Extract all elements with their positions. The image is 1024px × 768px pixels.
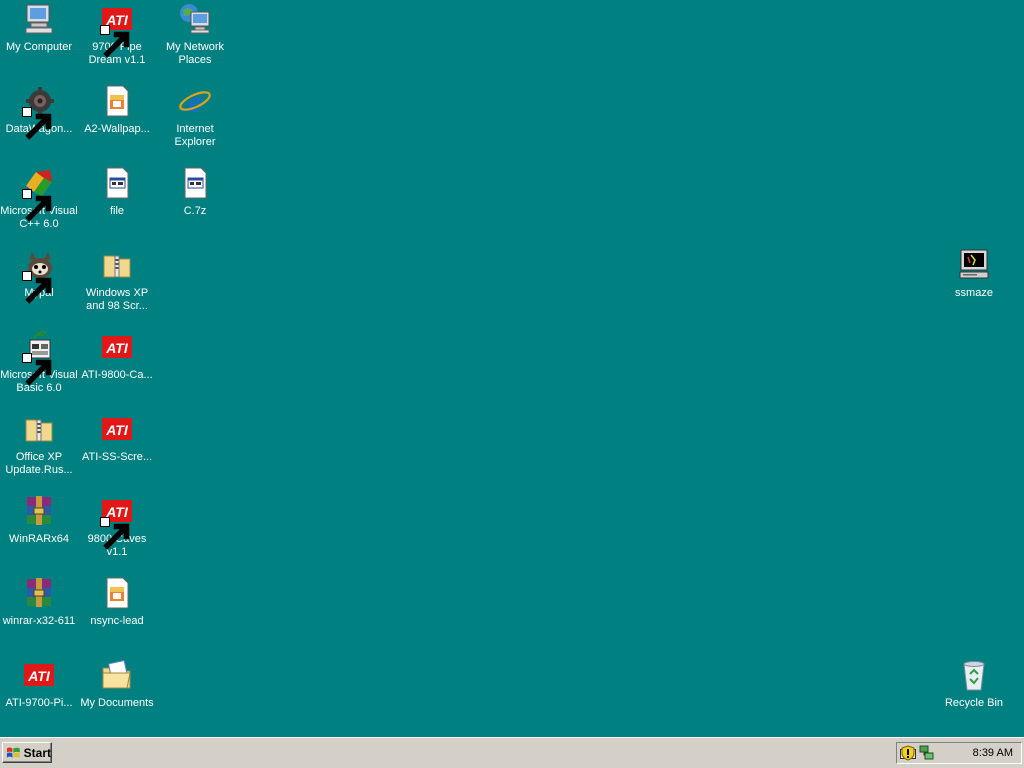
shortcut-arrow-icon [22, 107, 52, 140]
icon-label: ATI-9700-Pi... [5, 697, 73, 709]
start-button[interactable]: Start [2, 742, 52, 763]
screensaver-icon [957, 248, 991, 282]
shortcut-arrow-icon [100, 25, 130, 58]
generic-file-icon [100, 166, 134, 200]
shortcut-arrow-icon [22, 189, 52, 222]
svg-text:ATI: ATI [105, 340, 129, 356]
desktop-icon-c7z[interactable]: C.7z [156, 166, 234, 242]
image-file-icon [100, 576, 134, 610]
desktop-icon-winrarx64[interactable]: WinRARx64 [0, 494, 78, 570]
svg-text:e: e [188, 84, 202, 118]
icon-label: file [109, 205, 125, 217]
network-icon[interactable] [919, 745, 935, 761]
clock[interactable]: 8:39 AM [973, 747, 1013, 759]
icon-label: WinRARx64 [9, 533, 69, 545]
icon-label: C.7z [183, 205, 207, 217]
desktop-icon-visual-cpp[interactable]: Microsoft Visual C++ 6.0 [0, 166, 78, 242]
network-places-icon [178, 2, 212, 36]
icon-label: ATI-SS-Scre... [81, 451, 153, 463]
icon-label: My Network Places [165, 41, 225, 66]
desktop-icon-my-network-places[interactable]: My Network Places [156, 2, 234, 78]
icon-label: ssmaze [955, 287, 993, 299]
icon-label: Recycle Bin [944, 697, 1004, 709]
desktop-icon-internet-explorer[interactable]: e Internet Explorer [156, 84, 234, 160]
ati-logo-icon: ATI [100, 330, 134, 364]
mypal-icon [22, 248, 56, 304]
desktop-icon-nsync-lead[interactable]: nsync-lead [78, 576, 156, 652]
winrar-icon [22, 494, 56, 528]
desktop-icon-9700-pipe-dream[interactable]: ATI 9700 Pipe Dream v1.1 [78, 2, 156, 78]
generic-file-icon [178, 166, 212, 200]
icon-label: nsync-lead [90, 615, 144, 627]
desktop-icon-datawagon[interactable]: DataWagon... [0, 84, 78, 160]
taskbar: Start 8:39 AM [0, 737, 1024, 768]
icon-label: winrar-x32-611 [2, 615, 76, 627]
recycle-bin-icon [957, 658, 991, 692]
internet-explorer-icon: e [178, 84, 212, 118]
icon-label: My Computer [5, 41, 73, 53]
visual-cpp-icon [22, 166, 56, 222]
start-label: Start [23, 745, 51, 760]
my-documents-icon [100, 658, 134, 692]
desktop-icon-file[interactable]: file [78, 166, 156, 242]
desktop-icon-my-computer[interactable]: My Computer [0, 2, 78, 78]
gear-icon [22, 84, 56, 140]
image-file-icon [100, 84, 134, 118]
icon-label: Internet Explorer [174, 123, 216, 148]
desktop-icon-windows-xp-98-scr[interactable]: Windows XP and 98 Scr... [78, 248, 156, 324]
desktop-icon-ati-ss-scre[interactable]: ATI ATI-SS-Scre... [78, 412, 156, 488]
icon-label: Office XP Update.Rus... [5, 451, 73, 476]
windows-flag-icon [6, 747, 20, 758]
icon-label: ATI-9800-Ca... [81, 369, 153, 381]
desktop-icon-a2-wallpaper[interactable]: A2-Wallpap... [78, 84, 156, 160]
ati-logo-icon: ATI [100, 494, 134, 550]
ati-logo-icon: ATI [100, 412, 134, 446]
svg-text:ATI: ATI [105, 422, 129, 438]
zip-folder-icon [22, 412, 56, 446]
desktop-icon-ssmaze[interactable]: ssmaze [935, 248, 1013, 324]
visual-basic-icon [22, 330, 56, 386]
zip-folder-icon [100, 248, 134, 282]
system-tray: 8:39 AM [896, 742, 1022, 764]
winrar-icon [22, 576, 56, 610]
ati-logo-icon: ATI [100, 2, 134, 58]
shortcut-arrow-icon [22, 353, 52, 386]
desktop-icon-ati-9800-ca[interactable]: ATI ATI-9800-Ca... [78, 330, 156, 406]
desktop-icon-mypal[interactable]: Mypal [0, 248, 78, 324]
icon-label: Windows XP and 98 Scr... [85, 287, 149, 312]
desktop-icon-my-documents[interactable]: My Documents [78, 658, 156, 734]
desktop-icon-9800-caves[interactable]: ATI 9800 Caves v1.1 [78, 494, 156, 570]
desktop-icon-ati-9700-pi[interactable]: ATI ATI-9700-Pi... [0, 658, 78, 734]
my-computer-icon [22, 2, 56, 36]
desktop-icon-recycle-bin[interactable]: Recycle Bin [935, 658, 1013, 734]
desktop-icon-visual-basic[interactable]: Microsoft Visual Basic 6.0 [0, 330, 78, 406]
shortcut-arrow-icon [100, 517, 130, 550]
desktop-icon-office-xp-update[interactable]: Office XP Update.Rus... [0, 412, 78, 488]
desktop[interactable]: My Computer DataWagon... Microsoft Visua… [0, 0, 1024, 738]
icon-label: A2-Wallpap... [84, 123, 150, 135]
desktop-icon-winrar-x32[interactable]: winrar-x32-611 [0, 576, 78, 652]
svg-text:ATI: ATI [27, 668, 51, 684]
security-shield-icon[interactable] [900, 745, 916, 761]
icon-label: My Documents [80, 697, 154, 709]
shortcut-arrow-icon [22, 271, 52, 304]
ati-logo-icon: ATI [22, 658, 56, 692]
